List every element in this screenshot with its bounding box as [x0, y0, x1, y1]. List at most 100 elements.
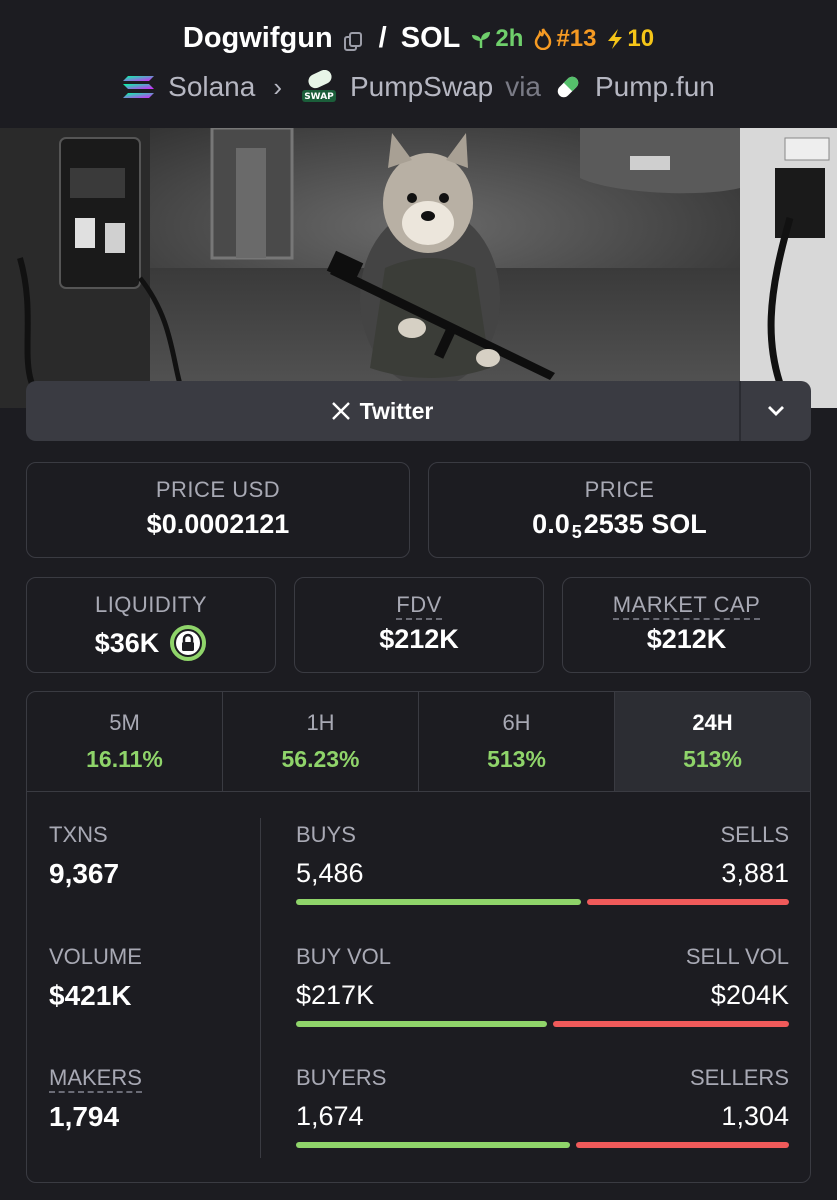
launchpad-link[interactable]: Pump.fun [595, 71, 715, 103]
timeframe-stats-panel: 5M 16.11% 1H 56.23% 6H 513% 24H 513% TXN… [26, 691, 811, 1183]
liquidity-box: LIQUIDITY $36K [26, 577, 276, 673]
makers-label[interactable]: MAKERS [49, 1065, 142, 1093]
liquidity-label: LIQUIDITY [94, 592, 208, 617]
timeframe-tabs: 5M 16.11% 1H 56.23% 6H 513% 24H 513% [27, 692, 810, 792]
sellers-value: 1,304 [721, 1101, 789, 1131]
pumpswap-icon: SWAP [302, 70, 336, 102]
price-native-label: PRICE [584, 477, 655, 502]
tab-change: 513% [487, 746, 546, 772]
price-usd-label: PRICE USD [155, 477, 281, 502]
liquidity-value: $36K [94, 627, 160, 658]
fdv-value: $212K [379, 624, 459, 654]
market-cap-box: MARKET CAP $212K [562, 577, 811, 673]
volume-stat: VOLUME $421K [49, 944, 142, 1012]
tab-6h[interactable]: 6H 513% [419, 692, 615, 791]
boost-count: 10 [627, 24, 655, 52]
quote-token: SOL [400, 22, 461, 54]
svg-text:SWAP: SWAP [304, 92, 334, 102]
tab-label: 1H [306, 710, 335, 735]
chain-link[interactable]: Solana [168, 71, 255, 103]
tab-5m[interactable]: 5M 16.11% [27, 692, 223, 791]
trending-rank: #13 [556, 24, 597, 52]
buys-sells-stat: BUYS SELLS 5,486 3,881 [296, 822, 789, 905]
pill-icon [557, 76, 579, 98]
trending-rank-badge[interactable]: #13 [533, 25, 596, 53]
price-native-suffix: 2535 SOL [583, 509, 707, 539]
via-label: via [505, 71, 541, 102]
buys-sells-bar [296, 899, 789, 905]
lightning-icon [608, 28, 623, 49]
volume-split-bar [296, 1021, 789, 1027]
flame-icon [535, 27, 552, 50]
pair-title-row: Dogwifgun / SOL 2h #13 10 [0, 22, 837, 55]
token-banner-image [0, 128, 837, 408]
volume-value: $421K [49, 980, 132, 1011]
dex-link[interactable]: PumpSwap [350, 71, 493, 103]
buyers-label: BUYERS [296, 1065, 387, 1090]
sell-portion [575, 1142, 789, 1148]
sells-value: 3,881 [721, 858, 789, 888]
volume-label: VOLUME [49, 944, 142, 969]
buy-vol-label: BUY VOL [296, 944, 391, 969]
tab-1h[interactable]: 1H 56.23% [223, 692, 419, 791]
pair-separator: / [378, 22, 387, 54]
token-name: Dogwifgun [182, 22, 333, 54]
fdv-box: FDV $212K [294, 577, 544, 673]
pair-breadcrumb: Solana › SWAP PumpSwap via Pump.fun [0, 70, 837, 104]
buy-portion [296, 1021, 547, 1027]
buys-value: 5,486 [296, 858, 364, 888]
sell-vol-value: $204K [710, 980, 789, 1010]
sell-portion [552, 1021, 789, 1027]
txns-label: TXNS [49, 822, 108, 847]
buyers-sellers-stat: BUYERS SELLERS 1,674 1,304 [296, 1065, 789, 1148]
chevron-right-icon: › [273, 71, 282, 102]
price-usd-box: PRICE USD $0.0002121 [26, 462, 410, 558]
market-cap-label[interactable]: MARKET CAP [612, 592, 761, 620]
twitter-button[interactable]: Twitter [26, 381, 741, 441]
tab-label: 24H [692, 710, 733, 735]
makers-stat: MAKERS 1,794 [49, 1065, 142, 1133]
pair-header: Dogwifgun / SOL 2h #13 10 Solana › SWAP [0, 0, 837, 128]
buy-portion [296, 1142, 570, 1148]
fdv-label[interactable]: FDV [396, 592, 442, 620]
solana-icon [123, 76, 155, 98]
price-usd-value: $0.0002121 [146, 509, 290, 539]
buyers-sellers-bar [296, 1142, 789, 1148]
tab-24h[interactable]: 24H 513% [615, 692, 810, 791]
pair-age: 2h [495, 24, 524, 52]
txns-value: 9,367 [49, 858, 120, 889]
txns-stat: TXNS 9,367 [49, 822, 119, 890]
price-native-value: 0.0 5 2535 SOL [429, 509, 810, 542]
lock-icon[interactable] [169, 624, 207, 662]
buy-portion [296, 899, 582, 905]
copy-icon[interactable] [343, 28, 365, 51]
liquidity-row: $36K [27, 624, 275, 662]
sell-vol-label: SELL VOL [685, 944, 789, 969]
tab-label: 6H [502, 710, 531, 735]
makers-value: 1,794 [49, 1101, 120, 1132]
volume-split-stat: BUY VOL SELL VOL $217K $204K [296, 944, 789, 1027]
buys-label: BUYS [296, 822, 356, 847]
links-dropdown-button[interactable] [741, 381, 811, 441]
chevron-down-icon [768, 406, 784, 416]
seedling-icon [472, 31, 491, 48]
tab-change: 513% [683, 746, 742, 772]
tab-change: 16.11% [86, 746, 163, 772]
sells-label: SELLS [720, 822, 790, 847]
sellers-label: SELLERS [689, 1065, 789, 1090]
sell-portion [587, 899, 789, 905]
activity-stats: TXNS 9,367 VOLUME $421K MAKERS 1,794 BUY… [27, 792, 810, 1182]
x-logo-icon [331, 402, 350, 420]
tab-change: 56.23% [281, 746, 360, 772]
market-cap-value: $212K [646, 624, 727, 654]
price-native-zero-count: 5 [571, 522, 582, 542]
pair-age-badge: 2h [470, 25, 523, 53]
price-native-box: PRICE 0.0 5 2535 SOL [428, 462, 811, 558]
buy-vol-value: $217K [296, 980, 375, 1010]
twitter-label: Twitter [359, 397, 434, 424]
boost-badge[interactable]: 10 [606, 25, 654, 53]
stats-divider [260, 818, 261, 1158]
tab-label: 5M [109, 710, 140, 735]
social-links-bar: Twitter [26, 381, 811, 441]
price-native-prefix: 0.0 [532, 509, 570, 539]
